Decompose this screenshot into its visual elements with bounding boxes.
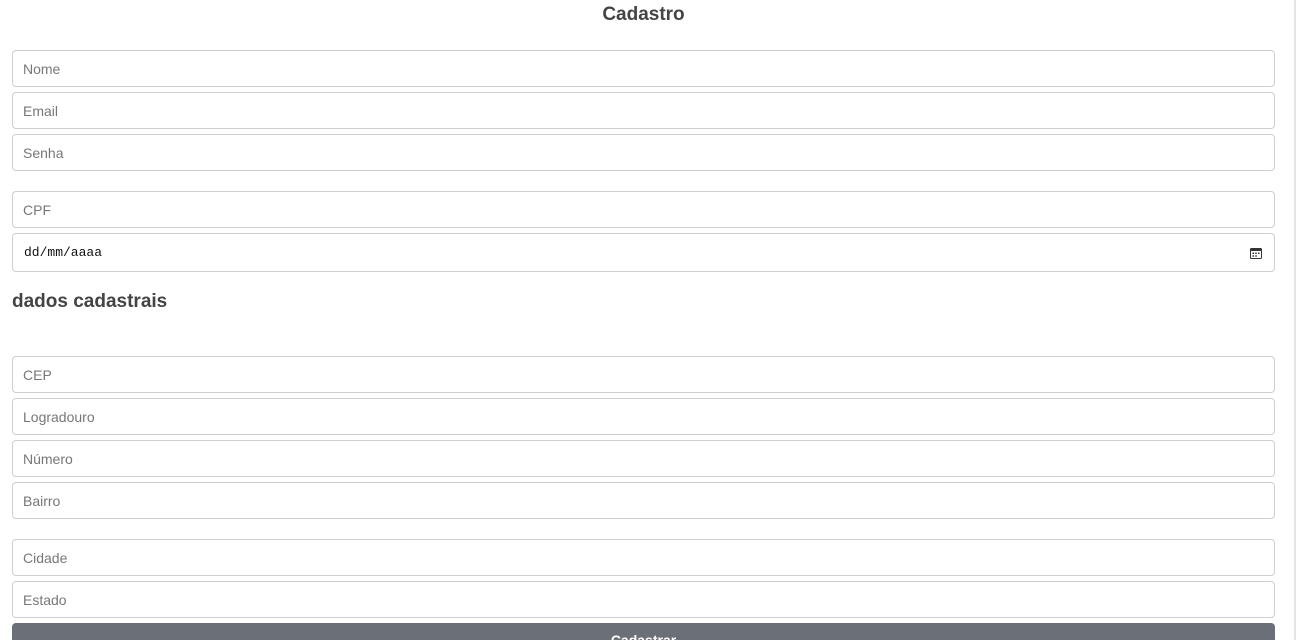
name-input[interactable] [12,50,1275,87]
cpf-input[interactable] [12,191,1275,228]
city-input[interactable] [12,539,1275,576]
number-input[interactable] [12,440,1275,477]
street-input[interactable] [12,398,1275,435]
page-title: Cadastro [602,4,685,25]
email-input[interactable] [12,92,1275,129]
birthdate-value: dd/mm/aaaa [24,245,103,260]
submit-button[interactable]: Cadastrar [12,623,1275,640]
birthdate-input[interactable]: dd/mm/aaaa [12,233,1275,272]
neighborhood-input[interactable] [12,482,1275,519]
address-section-title: dados cadastrais [12,291,168,312]
cep-input[interactable] [12,356,1275,393]
calendar-icon[interactable] [1249,246,1263,260]
password-input[interactable] [12,134,1275,171]
state-input[interactable] [12,581,1275,618]
registration-page: Cadastro dd/mm/aaaa dados cadastrais Cad… [0,0,1296,640]
